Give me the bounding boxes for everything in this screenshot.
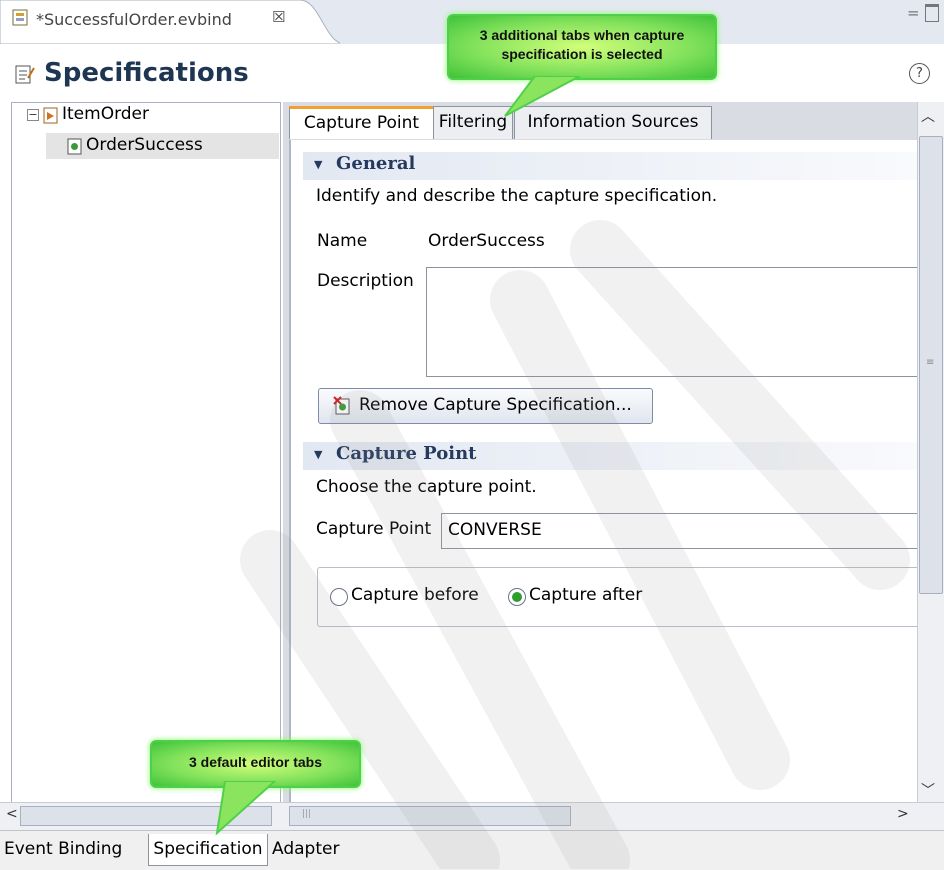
tab-specification[interactable]: Specification bbox=[148, 834, 268, 866]
callout-pointer bbox=[215, 781, 277, 836]
page-title: Specifications bbox=[44, 58, 249, 88]
scroll-right-icon[interactable]: > bbox=[897, 806, 909, 822]
description-label: Description bbox=[317, 271, 414, 291]
remove-button-label: Remove Capture Specification... bbox=[359, 395, 632, 415]
capture-before-radio[interactable] bbox=[330, 588, 348, 606]
collapse-arrow-icon[interactable]: ▼ bbox=[314, 158, 322, 171]
capture-point-field[interactable]: CONVERSE bbox=[441, 513, 928, 549]
scroll-left-icon[interactable]: < bbox=[6, 806, 18, 822]
collapse-arrow-icon[interactable]: ▼ bbox=[314, 448, 322, 461]
name-label: Name bbox=[317, 231, 368, 251]
tab-capture-point[interactable]: Capture Point bbox=[289, 106, 434, 139]
scroll-grip-icon: ||| bbox=[302, 809, 312, 819]
capture-point-label: Capture Point bbox=[316, 519, 432, 539]
close-icon[interactable]: ☒ bbox=[272, 8, 285, 26]
general-section-title[interactable]: General bbox=[336, 153, 415, 174]
minimize-icon[interactable]: = bbox=[907, 4, 920, 22]
capture-after-radio[interactable] bbox=[508, 588, 526, 606]
tab-adapter[interactable]: Adapter bbox=[272, 834, 339, 865]
radio-selected-dot bbox=[512, 592, 522, 602]
description-textarea[interactable] bbox=[426, 267, 928, 377]
help-icon[interactable]: ? bbox=[909, 63, 930, 84]
remove-spec-icon bbox=[333, 396, 350, 415]
editor-tab-title[interactable]: *SuccessfulOrder.evbind bbox=[36, 10, 232, 29]
name-value: OrderSuccess bbox=[428, 231, 545, 251]
event-icon bbox=[43, 107, 58, 124]
evbind-file-icon bbox=[12, 9, 28, 26]
capture-after-label[interactable]: Capture after bbox=[529, 585, 642, 605]
capture-before-label[interactable]: Capture before bbox=[351, 585, 479, 605]
callout-additional-tabs: 3 additional tabs when capture specifica… bbox=[447, 14, 717, 80]
tree-item-ordersuccess[interactable]: OrderSuccess bbox=[86, 135, 203, 155]
tree-collapse-toggle[interactable]: − bbox=[27, 109, 39, 121]
scroll-grip-icon: ≡ bbox=[926, 357, 935, 368]
scroll-down-icon[interactable]: ﹀ bbox=[921, 780, 935, 800]
capture-point-description: Choose the capture point. bbox=[316, 477, 537, 497]
capture-timing-group: Capture before Capture after bbox=[317, 567, 928, 627]
general-description: Identify and describe the capture specif… bbox=[316, 186, 718, 206]
specification-tree bbox=[11, 102, 281, 804]
capture-point-value: CONVERSE bbox=[448, 520, 542, 540]
capture-point-page bbox=[289, 140, 929, 802]
callout-pointer bbox=[504, 76, 581, 117]
maximize-icon[interactable] bbox=[925, 4, 939, 22]
scroll-up-icon[interactable]: ︿ bbox=[921, 106, 935, 126]
editor-page-tabs bbox=[0, 830, 944, 870]
tab-event-binding[interactable]: Event Binding bbox=[4, 834, 122, 865]
specification-icon bbox=[15, 65, 35, 84]
tree-item-itemorder[interactable]: ItemOrder bbox=[62, 104, 149, 124]
capture-point-section-title[interactable]: Capture Point bbox=[336, 443, 476, 464]
remove-capture-specification-button[interactable]: Remove Capture Specification... bbox=[318, 388, 653, 424]
details-horizontal-scroll-thumb[interactable] bbox=[289, 806, 571, 826]
capture-spec-icon bbox=[67, 138, 82, 155]
